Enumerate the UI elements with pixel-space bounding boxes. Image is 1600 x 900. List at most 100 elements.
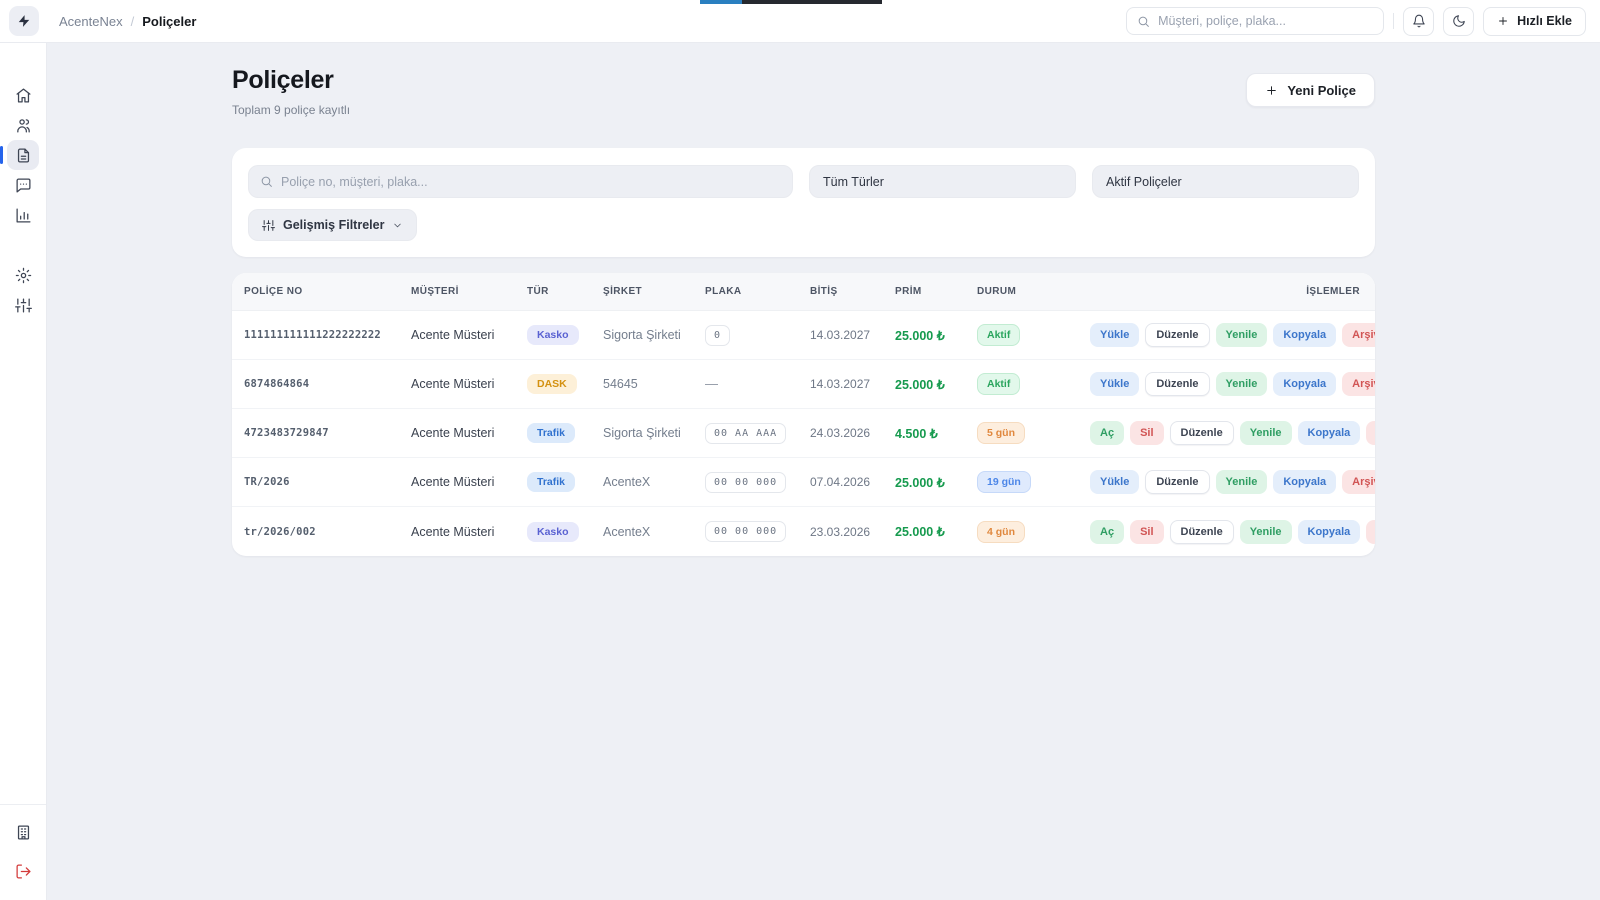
arsivle-button[interactable]: Arşivle (1342, 323, 1375, 347)
notifications-button[interactable] (1403, 7, 1434, 36)
plate-value: — (705, 376, 718, 391)
building-icon (15, 824, 32, 841)
duzenle-button[interactable]: Düzenle (1145, 470, 1209, 494)
policy-number: 111111111111222222222 (244, 329, 411, 341)
type-filter-value: Tüm Türler (823, 175, 884, 189)
table-row: 111111111111222222222Acente MüsteriKasko… (232, 311, 1375, 360)
policies-table: POLİÇE NOMÜŞTERİTÜRŞİRKETPLAKABİTİŞPRİMD… (232, 273, 1375, 556)
plate-cell: 00 AA AAA (705, 423, 810, 444)
yukle-button[interactable]: Yükle (1090, 323, 1139, 347)
yenile-button[interactable]: Yenile (1216, 323, 1268, 347)
company-name: Sigorta Şirketi (603, 328, 705, 342)
sidebar-bottom-nav (0, 804, 46, 900)
plate-value: 00 00 000 (705, 472, 786, 493)
status-cell: Aktif (977, 324, 1090, 346)
type-badge: Trafik (527, 423, 575, 443)
sidebar-item-settings[interactable] (7, 260, 39, 290)
type-cell: DASK (527, 374, 603, 394)
kopyala-button[interactable]: Kopyala (1298, 421, 1361, 445)
main-area: Poliçeler Toplam 9 poliçe kayıtlı Yeni P… (47, 43, 1600, 900)
yenile-button[interactable]: Yenile (1216, 470, 1268, 494)
status-badge: 5 gün (977, 422, 1025, 444)
kopyala-button[interactable]: Kopyala (1273, 372, 1336, 396)
end-date: 23.03.2026 (810, 525, 895, 539)
sidebar-secondary-nav (7, 260, 39, 320)
column-header-poli-ce-no: POLİÇE NO (244, 286, 411, 297)
gear-icon (15, 267, 32, 284)
type-cell: Kasko (527, 522, 603, 542)
duzenle-button[interactable]: Düzenle (1170, 421, 1234, 445)
status-filter-value: Aktif Poliçeler (1106, 175, 1182, 189)
type-badge: Kasko (527, 325, 579, 345)
company-name: AcenteX (603, 525, 705, 539)
column-header-i-slemler: İŞLEMLER (1090, 286, 1360, 297)
duzenle-button[interactable]: Düzenle (1145, 372, 1209, 396)
yenile-button[interactable]: Yenile (1216, 372, 1268, 396)
customers-icon (15, 117, 32, 134)
sil-button[interactable]: Sil (1130, 520, 1163, 544)
moon-icon (1452, 14, 1466, 28)
sil-button[interactable]: Sil (1130, 421, 1163, 445)
duzenle-button[interactable]: Düzenle (1170, 520, 1234, 544)
sidebar-item-preferences[interactable] (7, 290, 39, 320)
advanced-filters-label: Gelişmiş Filtreler (283, 218, 384, 232)
policy-number: TR/2026 (244, 476, 411, 488)
customer-name: Acente Müsteri (411, 525, 527, 539)
sidebar-item-reports[interactable] (7, 200, 39, 230)
new-policy-button[interactable]: Yeni Poliçe (1246, 73, 1375, 107)
premium-amount: 25.000 ₺ (895, 475, 977, 490)
sidebar-item-policies[interactable] (7, 140, 39, 170)
arsivle-button[interactable]: Arşivle (1366, 520, 1375, 544)
kopyala-button[interactable]: Kopyala (1273, 323, 1336, 347)
yenile-button[interactable]: Yenile (1240, 421, 1292, 445)
end-date: 24.03.2026 (810, 426, 895, 440)
kopyala-button[interactable]: Kopyala (1298, 520, 1361, 544)
column-header-plaka: PLAKA (705, 286, 810, 297)
row-actions: AçSil DüzenleYenileKopyala Arşivle (1090, 421, 1375, 445)
policy-search-input[interactable] (281, 175, 792, 189)
yenile-button[interactable]: Yenile (1240, 520, 1292, 544)
row-actions: YükleDüzenle YenileKopyalaArşivle (1090, 323, 1375, 347)
plate-value: 00 AA AAA (705, 423, 786, 444)
policy-search (248, 165, 793, 198)
app-logo-button[interactable] (9, 6, 39, 36)
policy-number: 6874864864 (244, 378, 411, 390)
ac-button[interactable]: Aç (1090, 421, 1124, 445)
sidebar-item-customers[interactable] (7, 110, 39, 140)
type-cell: Trafik (527, 423, 603, 443)
duzenle-button[interactable]: Düzenle (1145, 323, 1209, 347)
sliders-icon (262, 219, 275, 232)
sidebar-item-messages[interactable] (7, 170, 39, 200)
logout-icon (15, 863, 32, 880)
sidebar-item-dashboard[interactable] (7, 80, 39, 110)
arsivle-button[interactable]: Arşivle (1342, 470, 1375, 494)
bolt-icon (17, 14, 31, 28)
global-search-input[interactable] (1158, 14, 1373, 28)
arsivle-button[interactable]: Arşivle (1366, 421, 1375, 445)
status-badge: 19 gün (977, 471, 1031, 493)
quick-add-label: Hızlı Ekle (1517, 14, 1572, 28)
customer-name: Acente Müsteri (411, 475, 527, 489)
chat-icon (15, 177, 32, 194)
sidebar-item-logout[interactable] (7, 856, 39, 886)
kopyala-button[interactable]: Kopyala (1273, 470, 1336, 494)
breadcrumb-brand[interactable]: AcenteNex (59, 14, 123, 29)
page-subtitle: Toplam 9 poliçe kayıtlı (232, 103, 350, 117)
status-filter-select[interactable]: Aktif Poliçeler (1092, 165, 1359, 198)
type-cell: Kasko (527, 325, 603, 345)
sidebar-item-company[interactable] (7, 817, 39, 847)
company-name: AcenteX (603, 475, 705, 489)
topbar-divider (1393, 13, 1394, 29)
dark-mode-toggle[interactable] (1443, 7, 1474, 36)
yukle-button[interactable]: Yükle (1090, 470, 1139, 494)
bell-icon (1412, 14, 1426, 28)
ac-button[interactable]: Aç (1090, 520, 1124, 544)
advanced-filters-button[interactable]: Gelişmiş Filtreler (248, 209, 417, 241)
yukle-button[interactable]: Yükle (1090, 372, 1139, 396)
premium-amount: 25.000 ₺ (895, 377, 977, 392)
type-filter-select[interactable]: Tüm Türler (809, 165, 1076, 198)
chart-icon (15, 207, 32, 224)
artifact-blue-segment (700, 0, 742, 4)
arsivle-button[interactable]: Arşivle (1342, 372, 1375, 396)
quick-add-button[interactable]: Hızlı Ekle (1483, 7, 1586, 36)
